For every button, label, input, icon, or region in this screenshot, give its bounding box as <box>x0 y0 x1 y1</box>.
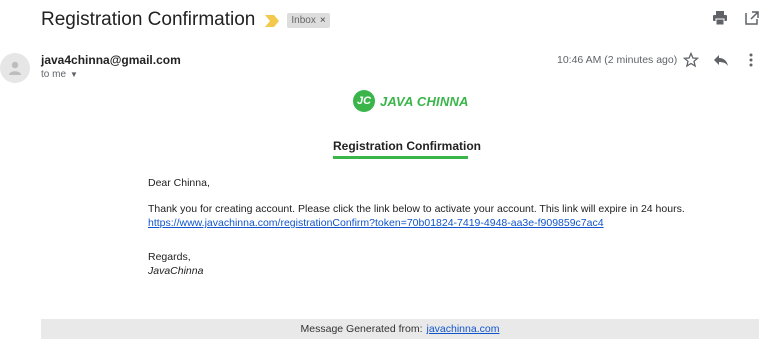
footer-text: Message Generated from: <box>300 323 423 335</box>
body-paragraph: Thank you for creating account. Please c… <box>148 203 685 215</box>
inbox-label-text: Inbox <box>291 14 316 26</box>
recipient-text: to me <box>41 69 67 80</box>
reply-icon[interactable] <box>713 52 729 68</box>
top-toolbar <box>712 10 760 26</box>
email-heading: Registration Confirmation <box>333 139 482 153</box>
more-options-icon[interactable] <box>743 52 759 68</box>
greeting: Dear Chinna, <box>148 177 210 189</box>
remove-label-icon[interactable]: × <box>320 14 326 27</box>
star-icon[interactable] <box>682 51 700 68</box>
print-icon[interactable] <box>712 10 728 26</box>
message-actions <box>682 51 759 68</box>
recipient-details-dropdown-icon[interactable]: ▼ <box>70 70 78 79</box>
recipient-line: to me ▼ <box>41 69 78 80</box>
important-marker-icon[interactable] <box>265 14 280 27</box>
email-subject: Registration Confirmation <box>41 9 256 30</box>
email-footer: Message Generated from: javachinna.com <box>41 319 759 339</box>
open-new-window-icon[interactable] <box>744 10 760 26</box>
logo-text: JAVA CHINNA <box>380 93 469 109</box>
email-heading-block: Registration Confirmation <box>333 139 481 159</box>
sender-email[interactable]: java4chinna@gmail.com <box>41 53 181 67</box>
logo-badge: JC <box>353 90 375 112</box>
activation-link[interactable]: https://www.javachinna.com/registrationC… <box>148 217 604 229</box>
signature: JavaChinna <box>148 265 204 277</box>
sender-avatar[interactable] <box>0 53 30 83</box>
brand-logo: JC JAVA CHINNA <box>353 90 469 112</box>
email-timestamp: 10:46 AM (2 minutes ago) <box>557 54 678 66</box>
inbox-label-chip[interactable]: Inbox × <box>287 12 330 28</box>
heading-underline <box>333 156 468 159</box>
regards: Regards, <box>148 251 191 263</box>
footer-link[interactable]: javachinna.com <box>427 323 500 335</box>
subject-row: Registration Confirmation Inbox × <box>41 8 330 32</box>
